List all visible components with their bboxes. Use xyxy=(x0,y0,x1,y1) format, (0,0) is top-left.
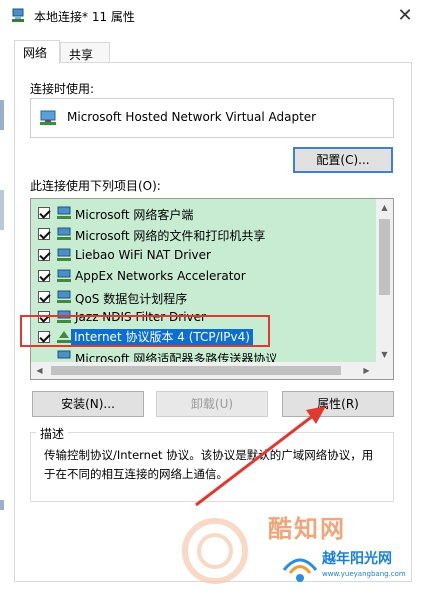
uninstall-button[interactable]: 卸载(U) xyxy=(156,391,268,417)
install-button[interactable]: 安装(N)... xyxy=(32,391,144,417)
driver-icon xyxy=(57,248,71,261)
watermark-brand: 酷知网 xyxy=(268,515,346,543)
vertical-scrollbar[interactable]: ▲ ▼ xyxy=(376,199,393,363)
item-label: Liebao WiFi NAT Driver xyxy=(75,248,211,262)
watermark-swirl-icon xyxy=(182,518,248,584)
network-adapter-icon xyxy=(12,8,24,22)
components-list[interactable]: Microsoft 网络客户端 Microsoft 网络的文件和打印机共享 Li… xyxy=(30,198,394,380)
item-label: Microsoft 网络客户端 xyxy=(75,208,194,222)
configure-button[interactable]: 配置(C)... xyxy=(293,147,393,173)
scroll-right-icon[interactable]: ▶ xyxy=(358,362,375,379)
item-label: AppEx Networks Accelerator xyxy=(75,269,246,283)
properties-button[interactable]: 属性(R) xyxy=(282,391,394,417)
scroll-down-icon[interactable]: ▼ xyxy=(376,346,393,363)
item-label: QoS 数据包计划程序 xyxy=(75,292,188,306)
qos-icon xyxy=(57,290,71,303)
watermark-site-name: 越年阳光网 xyxy=(322,551,392,567)
scroll-thumb[interactable] xyxy=(51,366,341,375)
connect-using-label: 连接时使用: xyxy=(30,82,95,96)
file-sharing-icon xyxy=(57,227,71,240)
list-item[interactable]: Microsoft 网络客户端 xyxy=(31,203,375,223)
accelerator-icon xyxy=(57,269,71,282)
list-item[interactable]: Microsoft 网络的文件和打印机共享 xyxy=(31,224,375,244)
adapter-box: Microsoft Hosted Network Virtual Adapter xyxy=(30,98,394,138)
adapter-name: Microsoft Hosted Network Virtual Adapter xyxy=(67,110,317,124)
list-item[interactable]: Liebao WiFi NAT Driver xyxy=(31,245,375,265)
tab-sharing[interactable]: 共享 xyxy=(60,42,110,63)
item-checkbox[interactable] xyxy=(38,291,50,303)
adapter-icon xyxy=(40,110,56,125)
scroll-up-icon[interactable]: ▲ xyxy=(376,199,393,216)
items-label: 此连接使用下列项目(O): xyxy=(30,179,161,193)
close-button[interactable]: ✕ xyxy=(393,4,417,28)
tab-network[interactable]: 网络 xyxy=(14,40,60,64)
description-title: 描述 xyxy=(36,425,69,442)
background-window-edge xyxy=(0,60,10,560)
item-checkbox[interactable] xyxy=(38,249,50,261)
scroll-left-icon[interactable]: ◀ xyxy=(31,362,48,379)
list-item[interactable]: QoS 数据包计划程序 xyxy=(31,287,375,307)
item-label: Microsoft 网络的文件和打印机共享 xyxy=(75,229,266,243)
annotation-highlight-box xyxy=(20,315,270,347)
description-text: 传输控制协议/Internet 协议。该协议是默认的广域网络协议，用于在不同的相… xyxy=(44,448,374,481)
item-checkbox[interactable] xyxy=(38,207,50,219)
network-client-icon xyxy=(57,206,71,219)
horizontal-scrollbar[interactable]: ◀ ▶ xyxy=(31,362,393,379)
item-checkbox[interactable] xyxy=(38,228,50,240)
title-bar: 本地连接* 11 属性 ✕ xyxy=(0,0,425,32)
scroll-thumb[interactable] xyxy=(379,219,390,295)
list-item[interactable]: AppEx Networks Accelerator xyxy=(31,266,375,286)
watermark-url: www.yueyangbang.com xyxy=(322,570,406,578)
item-checkbox[interactable] xyxy=(38,270,50,282)
window-title: 本地连接* 11 属性 xyxy=(34,10,135,24)
